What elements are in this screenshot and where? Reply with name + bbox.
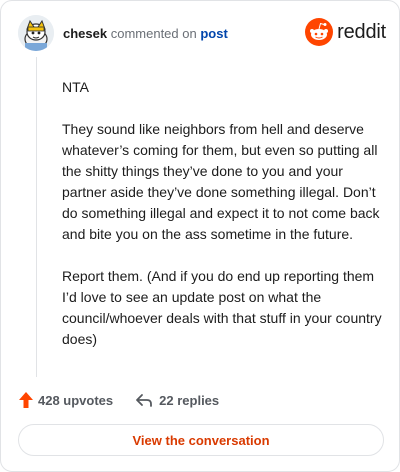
reddit-brand[interactable]: reddit [305,17,386,47]
comment-byline: chesek commented on post [63,26,228,42]
reddit-snoo-icon [305,18,334,46]
comment-paragraph: They sound like neighbors from hell and … [62,121,380,242]
post-link[interactable]: post [200,26,227,41]
author-username[interactable]: chesek [63,26,107,41]
action-text: commented on [110,26,197,41]
upvote-arrow-icon [19,392,33,408]
comment-paragraph: NTA [62,79,89,95]
reddit-wordmark: reddit [337,20,386,43]
avatar-icon [18,15,54,51]
comment-actions: 428 upvotes 22 replies [18,390,219,410]
replies-stat[interactable]: 22 replies [135,392,219,408]
comment-body: NTA They sound like neighbors from hell … [62,77,382,350]
comment-paragraph: Report them. (And if you do end up repor… [62,268,382,347]
embedded-comment-card: chesek commented on post reddit NTA They… [0,0,400,472]
upvotes-count: 428 upvotes [38,392,114,408]
reply-arrow-icon [136,394,153,407]
view-conversation-button[interactable]: View the conversation [18,424,384,456]
upvotes-stat[interactable]: 428 upvotes [18,391,113,409]
comment-header: chesek commented on post reddit [18,15,386,55]
avatar[interactable] [18,15,54,51]
thread-line [36,57,37,377]
replies-count: 22 replies [159,392,220,408]
